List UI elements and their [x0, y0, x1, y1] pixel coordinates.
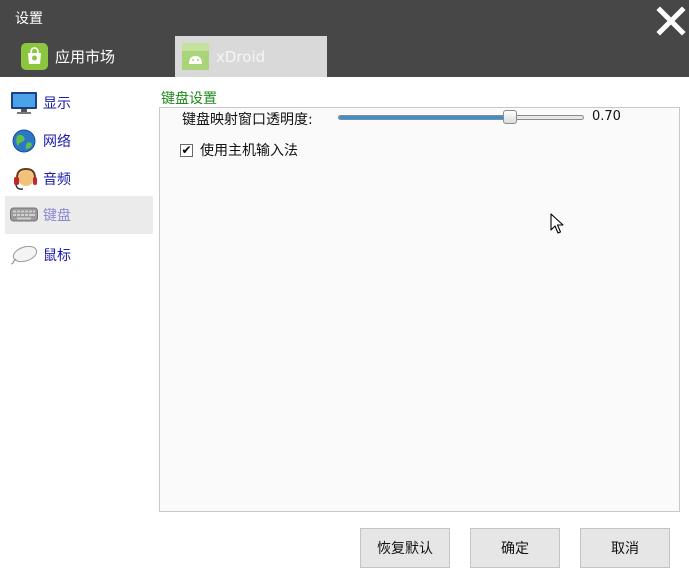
market-bag-icon [21, 43, 48, 70]
use-host-ime-label: 使用主机输入法 [200, 143, 298, 159]
ok-button[interactable]: 确定 [470, 528, 560, 568]
keyboard-settings-title: 键盘设置 [161, 91, 217, 107]
tab-xdroid-label: xDroid [216, 47, 266, 66]
sidebar-item-label: 网络 [43, 134, 71, 150]
sidebar-item-label: 音频 [43, 172, 71, 188]
mouse-icon [9, 241, 39, 269]
tab-app-market-label: 应用市场 [55, 48, 116, 66]
settings-sidebar: 显示 网络 音频 键盘 鼠标 [0, 77, 157, 586]
xdroid-android-icon [182, 43, 209, 70]
sidebar-item-audio[interactable]: 音频 [5, 160, 153, 198]
audio-headset-icon [9, 165, 39, 193]
keyboard-icon [9, 201, 39, 229]
monitor-icon [9, 89, 39, 117]
sidebar-item-display[interactable]: 显示 [5, 84, 153, 122]
globe-network-icon [9, 127, 39, 155]
tab-xdroid[interactable]: xDroid [175, 36, 327, 77]
window-title: 设置 [15, 11, 43, 27]
opacity-label: 键盘映射窗口透明度: [182, 112, 313, 128]
opacity-value: 0.70 [592, 109, 621, 124]
use-host-ime-option[interactable]: ✔ 使用主机输入法 [180, 140, 298, 160]
close-icon[interactable] [654, 4, 688, 38]
use-host-ime-checkbox[interactable]: ✔ [180, 143, 193, 157]
sidebar-item-label: 键盘 [43, 208, 71, 224]
opacity-slider-fill [339, 116, 510, 119]
cancel-button[interactable]: 取消 [580, 528, 670, 568]
tab-app-market[interactable]: 应用市场 [20, 36, 170, 77]
keyboard-settings-panel: 键盘映射窗口透明度: 0.70 ✔ 使用主机输入法 [159, 107, 680, 512]
sidebar-item-label: 显示 [43, 96, 71, 112]
sidebar-item-network[interactable]: 网络 [5, 122, 153, 160]
restore-defaults-button[interactable]: 恢复默认 [360, 528, 450, 568]
opacity-slider-handle[interactable] [502, 110, 517, 124]
mouse-pointer-icon [550, 213, 564, 234]
sidebar-item-label: 鼠标 [43, 248, 71, 264]
opacity-slider[interactable] [338, 110, 584, 124]
title-bar: 设置 应用市场 xDroid [0, 0, 689, 77]
sidebar-item-mouse[interactable]: 鼠标 [5, 236, 153, 274]
sidebar-item-keyboard[interactable]: 键盘 [5, 196, 153, 234]
